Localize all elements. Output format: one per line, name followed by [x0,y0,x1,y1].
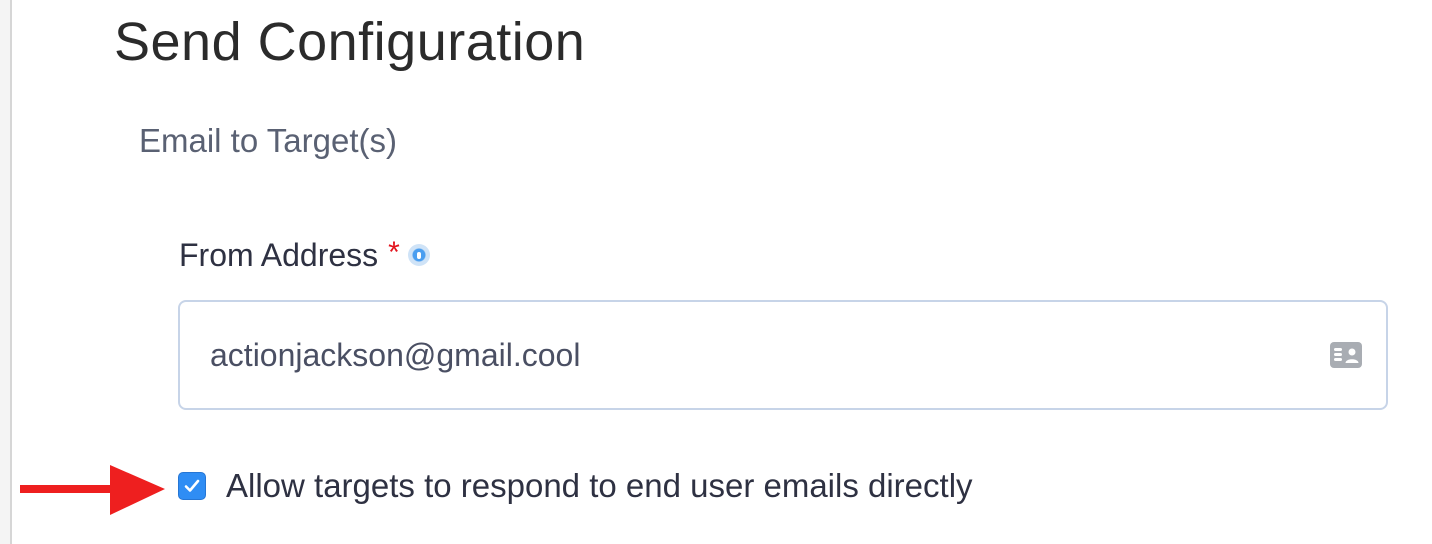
allow-direct-response-checkbox[interactable] [178,471,206,500]
section-title: Email to Target(s) [139,122,397,159]
red-arrow-icon [20,465,165,515]
info-icon[interactable] [407,244,430,267]
checkmark-icon [184,479,200,492]
from-address-input[interactable] [210,325,1290,385]
contact-card-icon[interactable] [1330,342,1362,368]
allow-direct-response-row[interactable]: Allow targets to respond to end user ema… [178,466,973,506]
from-address-label: From Address [179,237,379,273]
allow-direct-response-label[interactable]: Allow targets to respond to end user ema… [226,466,973,506]
required-asterisk: * [388,236,400,270]
page-title: Send Configuration [114,12,586,72]
from-address-label-row: From Address * [179,236,430,274]
left-border [0,0,12,544]
from-address-field[interactable] [178,300,1388,410]
